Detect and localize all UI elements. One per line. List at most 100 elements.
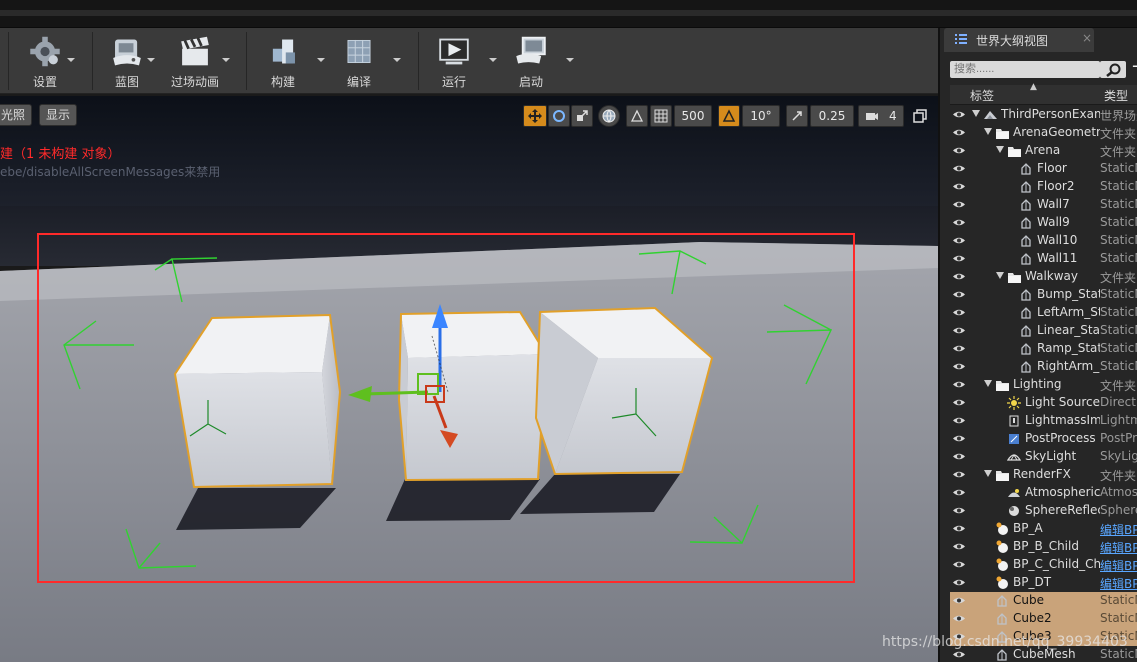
world-outliner-tab[interactable]: 世界大纲视图 × [944,28,1094,52]
visibility-eye-icon[interactable] [952,200,966,209]
outliner-row[interactable]: BP_C_Child_Ch 编辑BP [950,556,1137,574]
outliner-row[interactable]: BP_DT 编辑BP [950,574,1137,592]
outliner-row[interactable]: BP_B_Child 编辑BP [950,538,1137,556]
translate-mode-button[interactable] [523,105,547,127]
visibility-eye-icon[interactable] [952,272,966,281]
play-button[interactable]: 运行 [419,32,489,90]
outliner-row[interactable]: Cube2 StaticMesh [950,610,1137,628]
close-icon[interactable]: × [1082,31,1092,45]
visibility-eye-icon[interactable] [952,308,966,317]
chevron-down-icon[interactable] [146,56,156,64]
visibility-eye-icon[interactable] [952,362,966,371]
expand-arrow-icon[interactable] [996,272,1004,279]
outliner-row[interactable]: Wall11 StaticMesh [950,250,1137,268]
outliner-row[interactable]: Floor StaticMesh [950,160,1137,178]
outliner-row[interactable]: SphereReflecSphereRefl [950,502,1137,520]
outliner-row[interactable]: Lighting 文件夹 [950,376,1137,394]
visibility-eye-icon[interactable] [952,380,966,389]
visibility-eye-icon[interactable] [952,560,966,569]
edit-blueprint-link[interactable]: 编辑BP [1100,557,1137,574]
visibility-eye-icon[interactable] [952,524,966,533]
scale-mode-button[interactable] [571,105,593,127]
rotation-snap-value[interactable]: 10° [742,105,780,127]
add-filter-button[interactable]: + [1131,58,1137,76]
visibility-eye-icon[interactable] [952,650,966,659]
outliner-row[interactable]: Bump_StatStaticMesh [950,286,1137,304]
expand-arrow-icon[interactable] [984,470,992,477]
compile-button[interactable]: 编译 [324,32,394,90]
expand-arrow-icon[interactable] [972,110,980,117]
outliner-row[interactable]: RightArm_StaticMesh [950,358,1137,376]
outliner-row[interactable]: PostProcess PostProcess [950,430,1137,448]
outliner-row[interactable]: Cube StaticMesh [950,592,1137,610]
label-column-header[interactable]: 标签 [970,87,994,104]
outliner-row[interactable]: ThirdPersonExam世界场景 [950,106,1137,124]
outliner-row[interactable]: Wall10 StaticMesh [950,232,1137,250]
edit-blueprint-link[interactable]: 编辑BP [1100,539,1137,556]
chevron-down-icon[interactable] [392,56,402,64]
visibility-eye-icon[interactable] [952,218,966,227]
search-button[interactable] [1100,61,1126,78]
rotate-mode-button[interactable] [548,105,570,127]
visibility-eye-icon[interactable] [952,182,966,191]
outliner-row[interactable]: Floor2 StaticMesh [950,178,1137,196]
show-flags-button[interactable]: 显示 [39,104,78,126]
visibility-eye-icon[interactable] [952,326,966,335]
scale-snap-value[interactable]: 0.25 [810,105,854,127]
rotation-snap-toggle[interactable] [718,105,740,127]
visibility-eye-icon[interactable] [952,146,966,155]
chevron-down-icon[interactable] [221,56,231,64]
outliner-row[interactable]: SkyLight SkyLight [950,448,1137,466]
type-column-header[interactable]: 类型 [1104,87,1128,104]
launch-button[interactable]: 启动 [496,32,566,90]
visibility-eye-icon[interactable] [952,470,966,479]
grid-snap-value[interactable]: 500 [674,105,712,127]
outliner-row[interactable]: BP_A 编辑BP [950,520,1137,538]
viewport-scene[interactable] [0,96,938,662]
camera-speed-button[interactable]: 4 [858,105,904,127]
outliner-row[interactable]: AtmosphericAtmosphere [950,484,1137,502]
scale-snap-toggle[interactable] [786,105,808,127]
outliner-row[interactable]: Ramp_StatStaticMesh [950,340,1137,358]
grid-snap-toggle[interactable] [650,105,672,127]
visibility-eye-icon[interactable] [952,110,966,119]
outliner-row[interactable]: Linear_StatStaticMesh [950,322,1137,340]
outliner-row[interactable]: LightmassImLightmass [950,412,1137,430]
visibility-eye-icon[interactable] [952,506,966,515]
visibility-eye-icon[interactable] [952,254,966,263]
visibility-eye-icon[interactable] [952,128,966,137]
maximize-viewport-icon[interactable] [913,109,927,123]
outliner-row[interactable]: ArenaGeometry 文件夹 [950,124,1137,142]
chevron-down-icon[interactable] [66,56,76,64]
edit-blueprint-link[interactable]: 编辑BP [1100,575,1137,592]
visibility-eye-icon[interactable] [952,434,966,443]
lighting-mode-button[interactable]: 光照 [0,104,33,126]
visibility-eye-icon[interactable] [952,164,966,173]
visibility-eye-icon[interactable] [952,398,966,407]
outliner-row[interactable]: Wall7 StaticMesh [950,196,1137,214]
visibility-eye-icon[interactable] [952,614,966,623]
outliner-search-input[interactable] [950,61,1100,78]
edit-blueprint-link[interactable]: 编辑BP [1100,521,1137,538]
visibility-eye-icon[interactable] [952,236,966,245]
visibility-eye-icon[interactable] [952,452,966,461]
outliner-row[interactable]: Arena 文件夹 [950,142,1137,160]
cube-middle[interactable] [397,310,548,482]
outliner-row[interactable]: Wall9 StaticMesh [950,214,1137,232]
visibility-eye-icon[interactable] [952,488,966,497]
cube-left[interactable] [173,313,342,489]
cinematics-button[interactable]: 过场动画 [160,32,230,90]
visibility-eye-icon[interactable] [952,290,966,299]
visibility-eye-icon[interactable] [952,578,966,587]
visibility-eye-icon[interactable] [952,344,966,353]
expand-arrow-icon[interactable] [984,128,992,135]
visibility-eye-icon[interactable] [952,542,966,551]
outliner-row[interactable]: LeftArm_StStaticMesh [950,304,1137,322]
chevron-down-icon[interactable] [565,56,575,64]
surface-snap-button[interactable] [626,105,648,127]
level-viewport[interactable]: 光照 显示 建（1 未构建 对象） ebe/disableAllScreenMe… [0,96,938,662]
expand-arrow-icon[interactable] [984,380,992,387]
world-local-toggle[interactable] [598,105,620,127]
expand-arrow-icon[interactable] [996,146,1004,153]
outliner-row[interactable]: Walkway 文件夹 [950,268,1137,286]
